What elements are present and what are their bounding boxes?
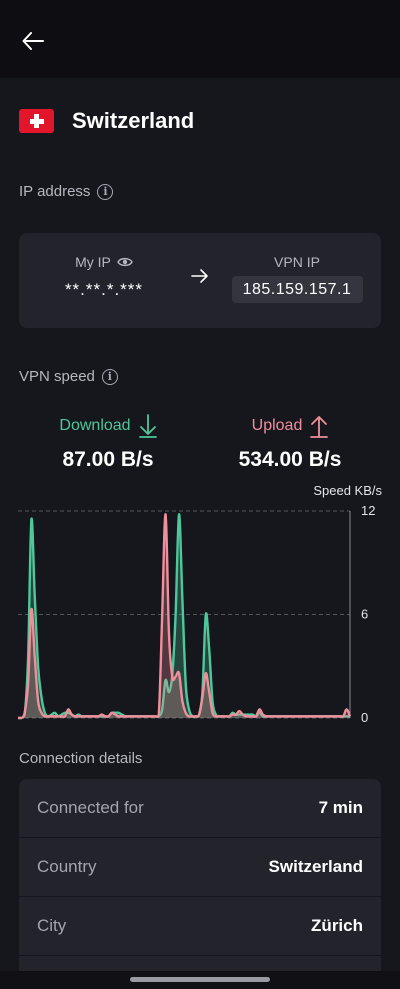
home-gesture-handle[interactable] <box>130 977 270 982</box>
back-button[interactable] <box>16 24 50 58</box>
download-speed-block: Download 87.00 B/s <box>18 413 198 472</box>
detail-key: Connected for <box>37 798 144 817</box>
y-tick-label: 12 <box>361 503 375 518</box>
detail-row-city: City Zürich <box>19 897 381 956</box>
ip-address-section-label: IP address i <box>19 183 114 200</box>
info-icon[interactable]: i <box>97 183 114 200</box>
upload-speed-value: 534.00 B/s <box>238 448 342 471</box>
country-name: Switzerland <box>72 108 195 133</box>
vpn-speed-label: VPN speed <box>19 368 95 385</box>
ip-card: My IP **.**.*.*** VPN IP 185.159.157.1 <box>19 233 381 328</box>
y-tick-label: 0 <box>361 710 368 725</box>
swiss-flag-icon <box>19 109 54 133</box>
upload-speed-block: Upload 534.00 B/s <box>200 413 380 472</box>
download-label-row: Download <box>18 413 198 439</box>
speed-chart: 12 6 0 <box>18 503 375 725</box>
top-app-bar <box>0 0 400 78</box>
upload-label-row: Upload <box>200 413 380 439</box>
detail-value: Zürich <box>311 916 363 935</box>
connection-details-label: Connection details <box>19 750 143 767</box>
vpn-ip-value: 185.159.157.1 <box>231 276 363 303</box>
arrow-left-icon <box>22 32 44 50</box>
vpn-speed-section-label: VPN speed i <box>19 368 118 385</box>
chart-y-axis-label: Speed KB/s <box>313 483 382 498</box>
vpn-ip-label: VPN IP <box>274 254 320 270</box>
arrow-right-icon <box>191 269 208 283</box>
y-tick-label: 6 <box>361 607 368 622</box>
detail-row-connected-for: Connected for 7 min <box>19 779 381 838</box>
detail-value: 7 min <box>318 798 363 817</box>
my-ip-label-row: My IP <box>49 253 159 271</box>
upload-label: Upload <box>251 417 303 434</box>
detail-key: City <box>37 916 67 935</box>
eye-icon[interactable] <box>117 256 133 268</box>
country-header: Switzerland <box>19 103 194 139</box>
arrow-down-icon <box>138 414 157 438</box>
vpn-ip-column: VPN IP 185.159.157.1 <box>230 253 364 303</box>
detail-value: Switzerland <box>268 857 363 876</box>
arrow-up-icon <box>310 416 329 438</box>
detail-key: Country <box>37 857 97 876</box>
detail-row-country: Country Switzerland <box>19 838 381 897</box>
download-label: Download <box>59 417 131 434</box>
ip-address-label: IP address <box>19 183 91 200</box>
system-navigation-bar <box>0 971 400 989</box>
connection-details-card: Connected for 7 min Country Switzerland … <box>19 779 381 989</box>
my-ip-value: **.**.*.*** <box>64 280 144 299</box>
info-icon[interactable]: i <box>101 368 118 385</box>
my-ip-label: My IP <box>75 254 111 270</box>
my-ip-column: My IP **.**.*.*** <box>49 253 159 300</box>
download-speed-value: 87.00 B/s <box>62 448 154 471</box>
